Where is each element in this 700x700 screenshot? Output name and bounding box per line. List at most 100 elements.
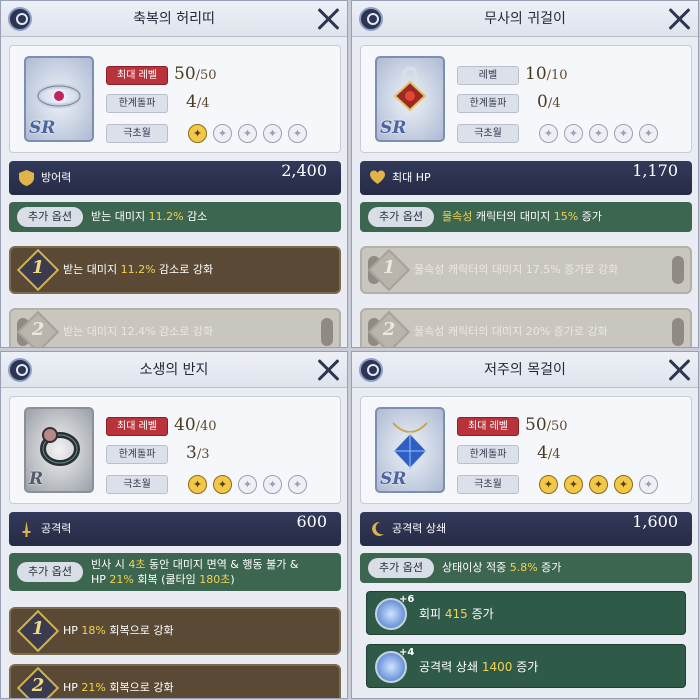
item-card: SR 레벨 10/10 한계돌파 0/4 극초월 ✦ ✦ ✦ ✦ ✦ <box>360 45 692 153</box>
medal-icon <box>359 7 383 31</box>
bonus-stat-2[interactable]: +4 공격력 상쇄 1400 증가 <box>366 644 686 688</box>
close-icon[interactable] <box>315 357 341 383</box>
star-icon: ✦ <box>213 124 232 143</box>
limit-break-value: 3/3 <box>186 443 210 463</box>
equipment-panel-earring: 무사의 귀걸이 SR 레벨 10/10 한계돌파 0/4 극초월 ✦ ✦ ✦ ✦ ✦ 최… <box>351 0 699 348</box>
stat-bar: 공격력 상쇄 1,600 <box>360 512 692 546</box>
star-icon: ✦ <box>589 124 608 143</box>
panel-title: 무사의 귀걸이 <box>484 11 566 27</box>
star-icon: ✦ <box>564 475 583 494</box>
close-icon[interactable] <box>666 357 692 383</box>
enhance-tier-2[interactable]: 2 받는 대미지 12.4% 감소로 강화 <box>9 308 341 347</box>
stat-bar: 최대 HP 1,170 <box>360 161 692 195</box>
extra-option-label: 추가 옵션 <box>368 207 434 227</box>
item-thumbnail[interactable]: SR <box>24 56 94 142</box>
stat-name: 최대 HP <box>392 171 431 184</box>
star-icon: ✦ <box>188 124 207 143</box>
heart-icon <box>370 170 385 184</box>
star-icon: ✦ <box>564 124 583 143</box>
bonus-stat-1[interactable]: +6 회피 415 증가 <box>366 591 686 635</box>
star-icon: ✦ <box>589 475 608 494</box>
close-icon[interactable] <box>666 6 692 32</box>
enhance-tier-1[interactable]: 1 HP 18% 회복으로 강화 <box>9 607 341 655</box>
stat-bar: 공격력 600 <box>9 512 341 546</box>
sword-icon <box>22 521 31 537</box>
level-value: 40/40 <box>174 415 217 435</box>
stat-value: 2,400 <box>281 161 327 180</box>
stat-value: 1,600 <box>632 512 678 531</box>
level-label: 최대 레벨 <box>457 417 519 436</box>
extra-option: 추가 옵션 빈사 시 4초 동안 대미지 면역 & 행동 불가 & HP 21%… <box>9 553 341 591</box>
shield-icon <box>19 170 34 186</box>
star-icon: ✦ <box>238 124 257 143</box>
limit-break-value: 4/4 <box>537 443 561 463</box>
item-card: SR 최대 레벨 50/50 한계돌파 4/4 극초월 ✦ ✦ ✦ ✦ ✦ <box>9 45 341 153</box>
limit-break-value: 4/4 <box>186 92 210 112</box>
star-icon: ✦ <box>639 475 658 494</box>
extra-option: 추가 옵션 받는 대미지 11.2% 감소 <box>9 202 341 232</box>
extra-option-text: 물속성 캐릭터의 대미지 15% 증가 <box>442 210 602 223</box>
limit-break-label: 한계돌파 <box>106 94 168 113</box>
limit-break-label: 한계돌파 <box>457 94 519 113</box>
star-icon: ✦ <box>263 124 282 143</box>
tier-text: 받는 대미지 11.2% 감소로 강화 <box>63 263 214 276</box>
enhance-tier-1[interactable]: 1 받는 대미지 11.2% 감소로 강화 <box>9 246 341 294</box>
bonus-text: 공격력 상쇄 1400 증가 <box>419 660 539 674</box>
extra-option-text: 받는 대미지 11.2% 감소 <box>91 210 208 223</box>
item-card: R 최대 레벨 40/40 한계돌파 3/3 극초월 ✦ ✦ ✦ ✦ ✦ <box>9 396 341 504</box>
extra-option-label: 추가 옵션 <box>17 562 83 582</box>
transcend-stars: ✦ ✦ ✦ ✦ ✦ <box>539 473 664 494</box>
tier-text: HP 18% 회복으로 강화 <box>63 624 174 637</box>
stat-name: 공격력 <box>41 522 72 535</box>
close-icon[interactable] <box>315 6 341 32</box>
star-icon: ✦ <box>263 475 282 494</box>
tier-number-badge: 2 <box>16 666 60 698</box>
equipment-panel-belt: 축복의 허리띠 SR 최대 레벨 50/50 한계돌파 4/4 극초월 ✦ ✦ ✦ ✦… <box>0 0 348 348</box>
tier-text: 물속성 캐릭터의 대미지 20% 증가로 강화 <box>414 325 608 338</box>
extra-option-label: 추가 옵션 <box>368 558 434 578</box>
grade-badge: SR <box>29 118 56 138</box>
level-label: 최대 레벨 <box>106 66 168 85</box>
medal-icon <box>8 7 32 31</box>
stat-value: 1,170 <box>632 161 678 180</box>
panel-title: 저주의 목걸이 <box>484 362 566 378</box>
star-icon: ✦ <box>213 475 232 494</box>
tier-number-badge: 1 <box>16 248 60 292</box>
stat-name: 공격력 상쇄 <box>392 522 447 535</box>
enhance-tier-2[interactable]: 2 물속성 캐릭터의 대미지 20% 증가로 강화 <box>360 308 692 347</box>
belt-icon <box>36 83 82 109</box>
crescent-icon <box>372 521 384 536</box>
tier-text: 물속성 캐릭터의 대미지 17.5% 증가로 강화 <box>414 263 619 276</box>
lock-icon <box>672 318 684 346</box>
bonus-level: +6 <box>399 594 415 605</box>
star-icon: ✦ <box>539 475 558 494</box>
item-thumbnail[interactable]: SR <box>375 56 445 142</box>
medal-icon <box>8 358 32 382</box>
lock-icon <box>672 256 684 284</box>
medal-icon <box>359 358 383 382</box>
item-thumbnail[interactable]: SR <box>375 407 445 493</box>
extra-option: 추가 옵션 상태이상 적중 5.8% 증가 <box>360 553 692 583</box>
enhance-tier-1[interactable]: 1 물속성 캐릭터의 대미지 17.5% 증가로 강화 <box>360 246 692 294</box>
ring-icon <box>40 427 80 466</box>
transcend-label: 극초월 <box>457 475 519 494</box>
star-icon: ✦ <box>288 475 307 494</box>
item-thumbnail[interactable]: R <box>24 407 94 493</box>
tier-text: 받는 대미지 12.4% 감소로 강화 <box>63 325 214 338</box>
limit-break-value: 0/4 <box>537 92 561 112</box>
level-label: 레벨 <box>457 66 519 85</box>
panel-header: 저주의 목걸이 <box>352 352 698 388</box>
tier-text: HP 21% 회복으로 강화 <box>63 681 174 694</box>
bonus-text: 회피 415 증가 <box>419 607 494 621</box>
lock-icon <box>321 318 333 346</box>
level-value: 10/10 <box>525 64 568 84</box>
extra-option-text: 빈사 시 4초 동안 대미지 면역 & 행동 불가 & HP 21% 회복 (쿨… <box>91 558 299 586</box>
level-label: 최대 레벨 <box>106 417 168 436</box>
equipment-panel-necklace: 저주의 목걸이 SR 최대 레벨 50/50 한계돌파 4/4 극초월 ✦ ✦ ✦ ✦… <box>351 351 699 699</box>
level-value: 50/50 <box>525 415 568 435</box>
tier-number-badge: 1 <box>16 609 60 653</box>
panel-title: 소생의 반지 <box>139 362 209 378</box>
transcend-stars: ✦ ✦ ✦ ✦ ✦ <box>188 473 313 494</box>
enhance-tier-2[interactable]: 2 HP 21% 회복으로 강화 <box>9 664 341 698</box>
transcend-stars: ✦ ✦ ✦ ✦ ✦ <box>188 122 313 143</box>
